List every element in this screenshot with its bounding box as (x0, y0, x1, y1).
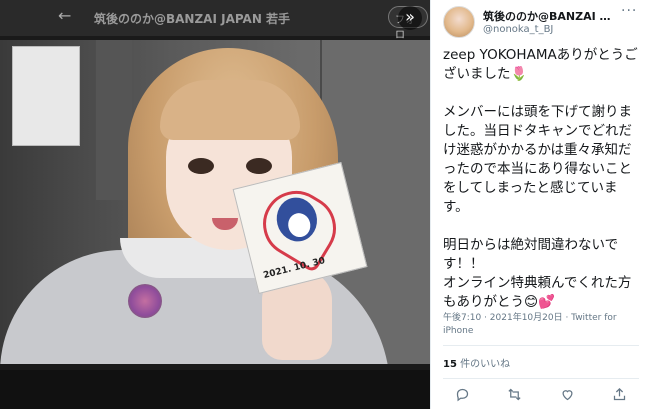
more-icon[interactable]: ··· (621, 4, 639, 20)
divider (443, 345, 639, 346)
likes-count[interactable]: 15 件のいいね (443, 355, 510, 370)
divider (443, 378, 639, 379)
viewer-topbar-title: 筑後ののか@BANZAI JAPAN 若手 (94, 12, 291, 26)
collapse-icon[interactable]: » (398, 6, 422, 30)
share-button[interactable] (609, 383, 631, 405)
likes-number: 15 (443, 359, 457, 370)
reply-button[interactable] (451, 383, 473, 405)
wall-shadow (96, 40, 132, 200)
wall-panel (12, 46, 80, 146)
bangs (160, 80, 300, 140)
back-arrow-icon[interactable]: ← (58, 6, 78, 26)
reply-icon (456, 388, 468, 401)
retweet-button[interactable] (504, 383, 526, 405)
like-button[interactable] (556, 383, 578, 405)
tweet-panel: 筑後ののか@BANZAI JAPA... @nonoka_t_BJ ··· ze… (430, 0, 645, 409)
likes-label: 件のいいね (460, 359, 511, 370)
tweet-timestamp[interactable]: 午後7:10 · 2021年10月20日 · Twitter for iPhon… (443, 312, 639, 338)
media-viewer: ← 筑後ののか@BANZAI JAPAN 若手 フォロ » 2021. 10. … (0, 0, 430, 409)
like-icon (562, 389, 573, 400)
tweet-photo[interactable]: 2021. 10. 30 (0, 40, 430, 364)
share-icon (614, 387, 626, 400)
avatar[interactable] (443, 6, 475, 38)
flower-brooch (128, 284, 162, 318)
tweet-actions (443, 382, 639, 406)
author-handle[interactable]: @nonoka_t_BJ (483, 24, 553, 35)
author-name[interactable]: 筑後ののか@BANZAI JAPA... (483, 8, 611, 24)
tweet-text: zeep YOKOHAMAありがとうございました🌷 メンバーには頭を下げて謝りま… (443, 47, 638, 310)
retweet-icon (508, 388, 521, 400)
left-eye (188, 158, 214, 174)
viewer-footer (0, 370, 430, 409)
right-eye (246, 158, 272, 174)
